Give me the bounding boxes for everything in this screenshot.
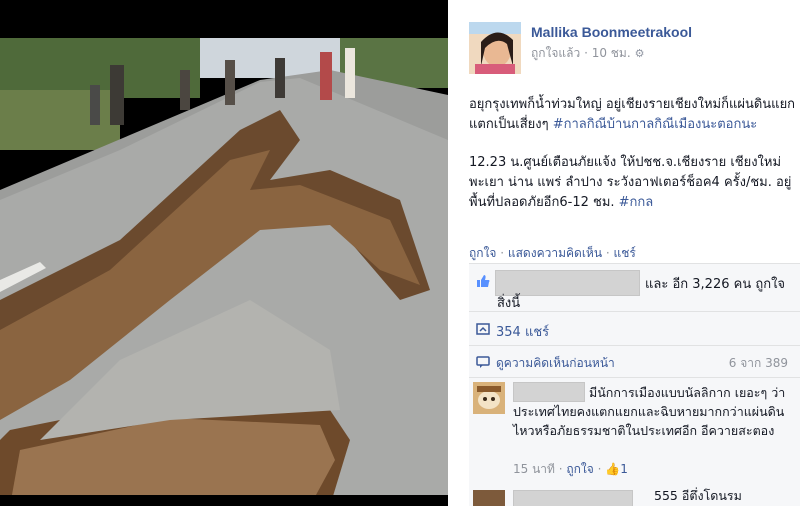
redacted-commenter-name-2 [513, 490, 633, 506]
comment-text: มีนักการเมืองแบบนัลลิกาก เยอะๆ ว่าประเทศ… [513, 385, 786, 438]
post-body: อยุกรุงเทพก็น้ำท่วมใหญ่ อยู่เชียงรายเชีย… [469, 95, 797, 231]
post-panel: Mallika Boonmeetrakool ถูกใจแล้ว · 10 ชม… [448, 0, 800, 506]
shares-count[interactable]: 354 แชร์ [496, 321, 549, 342]
commenter-avatar-2[interactable] [473, 490, 505, 506]
comment-count: 6 จาก 389 [728, 356, 788, 370]
post-meta: ถูกใจแล้ว · 10 ชม. ⚙ [531, 46, 645, 60]
post-paragraph-2: 12.23 น.ศูนย์เตือนภัยแจ้ง ให้ปชช.จ.เชียง… [469, 155, 792, 210]
view-previous-row[interactable]: ดูความคิดเห็นก่อนหน้า 6 จาก 389 [469, 346, 800, 378]
comment-item-2 [469, 478, 800, 506]
comment-item: มีนักการเมืองแบบนัลลิกาก เยอะๆ ว่าประเทศ… [469, 378, 800, 478]
view-previous-comments-link[interactable]: ดูความคิดเห็นก่อนหน้า [496, 354, 615, 373]
post-timestamp[interactable]: 10 ชม. [592, 46, 631, 60]
like-link[interactable]: ถูกใจ [469, 246, 496, 260]
shares-row[interactable]: 354 แชร์ [469, 312, 800, 346]
commenter-avatar[interactable] [473, 382, 505, 414]
gear-icon[interactable]: ⚙ [635, 47, 645, 60]
feedback-box: และ อีก 3,226 คน ถูกใจ สิ่งนี้ 354 แชร์ … [469, 263, 800, 506]
comment-likes[interactable]: 👍1 [605, 462, 628, 476]
post-actions: ถูกใจ · แสดงความคิดเห็น · แชร์ [469, 246, 636, 260]
likes-count-text-tail: สิ่งนี้ [497, 296, 521, 311]
comment-text-2: 555 อีตึ่งโดนรม [654, 488, 742, 503]
likes-count-text[interactable]: และ อีก 3,226 คน ถูกใจ [645, 273, 785, 294]
thumbs-up-icon: 👍 [605, 462, 621, 476]
road-crack-image [0, 0, 448, 506]
post-paragraph-1: อยุกรุงเทพก็น้ำท่วมใหญ่ อยู่เชียงรายเชีย… [469, 97, 796, 132]
share-link[interactable]: แชร์ [614, 246, 636, 260]
hashtag-link[interactable]: #กกล [619, 195, 654, 210]
like-status[interactable]: ถูกใจแล้ว [531, 46, 580, 60]
comment-timestamp[interactable]: 15 นาที [513, 462, 555, 476]
likes-row: และ อีก 3,226 คน ถูกใจ สิ่งนี้ [469, 264, 800, 312]
comment-link[interactable]: แสดงความคิดเห็น [508, 246, 602, 260]
thumbs-up-icon [477, 275, 490, 287]
comment-like-link[interactable]: ถูกใจ [566, 462, 593, 476]
hashtag-link[interactable]: #กาลกิณีบ้านกาลกิณีเมืองนะตอกนะ [553, 117, 758, 132]
comment-icon [476, 356, 490, 368]
author-avatar[interactable] [469, 22, 521, 74]
comment-meta: 15 นาที · ถูกใจ · 👍1 [513, 462, 628, 476]
share-icon [476, 323, 490, 335]
author-name[interactable]: Mallika Boonmeetrakool [531, 24, 692, 40]
post-photo[interactable] [0, 0, 448, 506]
post-header: Mallika Boonmeetrakool ถูกใจแล้ว · 10 ชม… [469, 22, 789, 78]
